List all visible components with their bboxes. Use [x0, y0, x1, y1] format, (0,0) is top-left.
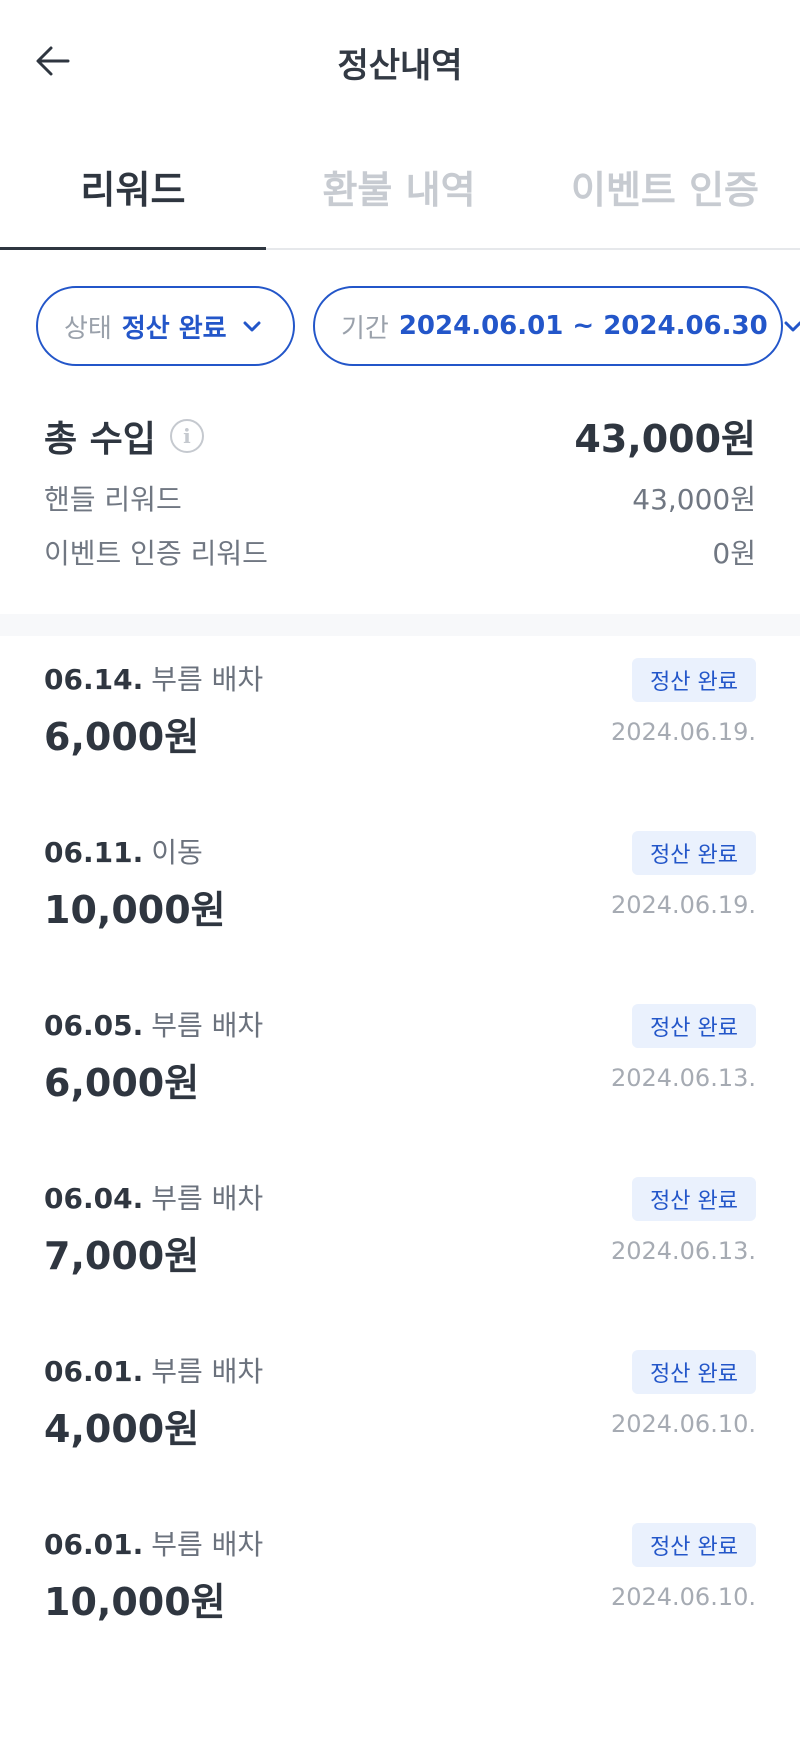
filter-bar: 상태 정산 완료 기간 2024.06.01 ~ 2024.06.30: [36, 286, 800, 366]
item-type: 부름 배차: [151, 1528, 264, 1561]
item-type: 이동: [151, 836, 203, 869]
tab-bar: 리워드 환불 내역 이벤트 인증: [0, 122, 800, 250]
total-income-row: 총 수입 i 43,000원: [44, 400, 756, 468]
handle-reward-value: 43,000원: [632, 483, 756, 516]
item-amount: 4,000원: [44, 1407, 200, 1451]
item-date: 06.01.: [44, 1528, 144, 1561]
income-summary: 총 수입 i 43,000원 핸들 리워드 43,000원 이벤트 인증 리워드…: [44, 400, 756, 576]
settlement-list: 06.14. 부름 배차 6,000원 정산 완료 2024.06.19. 06.…: [0, 636, 800, 1674]
summary-row: 이벤트 인증 리워드 0원: [44, 522, 756, 576]
item-amount: 6,000원: [44, 1061, 200, 1105]
section-divider: [0, 614, 800, 636]
settlement-screen: 정산내역 리워드 환불 내역 이벤트 인증 상태 정산 완료 기간 2024.0…: [0, 0, 800, 1755]
settled-date: 2024.06.10.: [610, 1583, 756, 1611]
chevron-down-icon: [241, 315, 263, 337]
item-amount: 7,000원: [44, 1234, 200, 1278]
item-type: 부름 배차: [151, 1009, 264, 1042]
item-type: 부름 배차: [151, 663, 264, 696]
total-income-label: 총 수입: [44, 419, 156, 460]
status-filter-value: 정산 완료: [121, 313, 227, 344]
item-description: 06.01. 부름 배차: [44, 1350, 263, 1390]
list-item[interactable]: 06.14. 부름 배차 6,000원 정산 완료 2024.06.19.: [0, 636, 800, 809]
status-badge: 정산 완료: [632, 1004, 756, 1048]
settled-date: 2024.06.19.: [610, 891, 756, 919]
item-date: 06.11.: [44, 836, 144, 869]
status-filter-label: 상태: [64, 313, 112, 344]
list-item[interactable]: 06.01. 부름 배차 4,000원 정산 완료 2024.06.10.: [0, 1328, 800, 1501]
info-icon[interactable]: i: [169, 419, 204, 453]
item-description: 06.14. 부름 배차: [44, 658, 263, 698]
item-type: 부름 배차: [151, 1355, 264, 1388]
total-income-value: 43,000원: [574, 417, 756, 461]
settled-date: 2024.06.19.: [610, 718, 756, 746]
tab-event-verification[interactable]: 이벤트 인증: [532, 122, 798, 250]
total-income-label-wrap: 총 수입 i: [44, 410, 204, 462]
tab-rewards[interactable]: 리워드: [0, 122, 266, 250]
item-amount: 10,000원: [44, 888, 226, 932]
item-date: 06.14.: [44, 663, 144, 696]
status-badge: 정산 완료: [632, 1177, 756, 1221]
item-date: 06.05.: [44, 1009, 144, 1042]
status-badge: 정산 완료: [632, 658, 756, 702]
chevron-down-icon: [782, 315, 800, 337]
page-title: 정산내역: [337, 46, 463, 86]
list-item[interactable]: 06.11. 이동 10,000원 정산 완료 2024.06.19.: [0, 809, 800, 982]
item-date: 06.01.: [44, 1355, 144, 1388]
handle-reward-label: 핸들 리워드: [44, 483, 182, 516]
item-description: 06.04. 부름 배차: [44, 1177, 263, 1217]
item-amount: 10,000원: [44, 1580, 226, 1624]
summary-row: 핸들 리워드 43,000원: [44, 468, 756, 522]
tab-refunds[interactable]: 환불 내역: [266, 122, 532, 250]
list-item[interactable]: 06.05. 부름 배차 6,000원 정산 완료 2024.06.13.: [0, 982, 800, 1155]
period-filter-value: 2024.06.01 ~ 2024.06.30: [398, 311, 768, 341]
settled-date: 2024.06.10.: [610, 1410, 756, 1438]
settled-date: 2024.06.13.: [610, 1064, 756, 1092]
item-date: 06.04.: [44, 1182, 144, 1215]
item-description: 06.05. 부름 배차: [44, 1004, 263, 1044]
status-badge: 정산 완료: [632, 831, 756, 875]
settled-date: 2024.06.13.: [610, 1237, 756, 1265]
item-description: 06.01. 부름 배차: [44, 1523, 263, 1563]
period-filter-dropdown[interactable]: 기간 2024.06.01 ~ 2024.06.30: [313, 286, 800, 366]
list-item[interactable]: 06.01. 부름 배차 10,000원 정산 완료 2024.06.10.: [0, 1501, 800, 1674]
status-badge: 정산 완료: [632, 1523, 756, 1567]
status-filter-dropdown[interactable]: 상태 정산 완료: [36, 286, 295, 366]
list-item[interactable]: 06.04. 부름 배차 7,000원 정산 완료 2024.06.13.: [0, 1155, 800, 1328]
period-filter-label: 기간: [341, 313, 389, 344]
item-description: 06.11. 이동: [44, 831, 203, 871]
event-reward-value: 0원: [712, 537, 756, 570]
item-type: 부름 배차: [151, 1182, 264, 1215]
item-amount: 6,000원: [44, 715, 200, 759]
tab-active-indicator: [0, 247, 266, 250]
status-badge: 정산 완료: [632, 1350, 756, 1394]
event-reward-label: 이벤트 인증 리워드: [44, 537, 268, 570]
header: 정산내역: [0, 0, 800, 122]
